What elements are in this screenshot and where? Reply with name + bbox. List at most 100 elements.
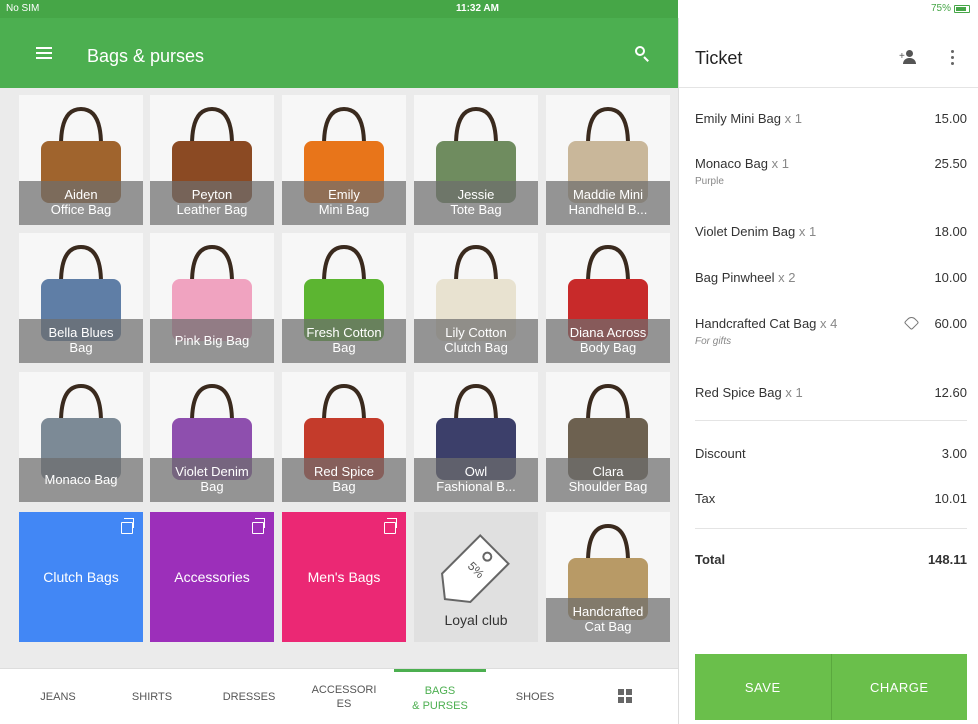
grid-view-icon[interactable] bbox=[618, 689, 632, 703]
category-tile-men-s-bags[interactable]: Men's Bags bbox=[282, 512, 406, 642]
ticket-item-note: For gifts bbox=[695, 336, 732, 347]
ticket-actions: SAVE CHARGE bbox=[695, 654, 967, 720]
charge-button[interactable]: CHARGE bbox=[830, 654, 967, 720]
battery-icon bbox=[954, 4, 970, 13]
product-label: Clara Shoulder Bag bbox=[546, 458, 670, 502]
hamburger-menu-icon[interactable] bbox=[36, 47, 52, 59]
ticket-item-price: 15.00 bbox=[934, 111, 967, 126]
discount-tag-icon bbox=[903, 314, 920, 331]
add-customer-icon[interactable]: + bbox=[899, 50, 919, 64]
ticket-item-name: Handcrafted Cat Bag bbox=[695, 316, 817, 331]
tax-label: Tax bbox=[695, 491, 716, 506]
product-tile-handcrafted-cat-bag[interactable]: Handcrafted Cat Bag bbox=[546, 512, 670, 642]
ticket-item-qty: x 1 bbox=[798, 224, 817, 239]
more-options-icon[interactable] bbox=[951, 50, 955, 66]
product-tile-maddie-mini-handheld-b[interactable]: Maddie Mini Handheld B... bbox=[546, 95, 670, 225]
discount-row: Discount 3.00 bbox=[695, 446, 967, 461]
product-tile-emily-mini-bag[interactable]: Emily Mini Bag bbox=[282, 95, 406, 225]
product-tile-aiden-office-bag[interactable]: Aiden Office Bag bbox=[19, 95, 143, 225]
discount-label: Loyal club bbox=[444, 612, 508, 628]
ticket-item-qty: x 1 bbox=[771, 156, 789, 171]
tab-accessories[interactable]: ACCESSORI ES bbox=[298, 669, 390, 724]
total-value: 148.11 bbox=[927, 552, 967, 567]
tax-row: Tax 10.01 bbox=[695, 491, 967, 506]
product-tile-bella-blues-bag[interactable]: Bella Blues Bag bbox=[19, 233, 143, 363]
battery-level: 75% bbox=[930, 3, 951, 14]
product-grid: Aiden Office Bag Peyton Leather Bag Emily … bbox=[0, 88, 678, 668]
clock-label: 11:32 AM bbox=[456, 3, 499, 14]
app-bar: Bags & purses bbox=[0, 18, 678, 88]
tab-shoes[interactable]: SHOES bbox=[490, 669, 580, 724]
ticket-item[interactable]: Red Spice Bag x 1 12.60 bbox=[695, 385, 967, 400]
total-row: Total 148.11 bbox=[695, 552, 967, 567]
divider bbox=[695, 420, 967, 421]
product-tile-lily-cotton-clutch-bag[interactable]: Lily Cotton Clutch Bag bbox=[414, 233, 538, 363]
ticket-item-name: Violet Denim Bag bbox=[695, 224, 796, 239]
product-label: Violet Denim Bag bbox=[150, 458, 274, 502]
category-tile-clutch-bags[interactable]: Clutch Bags bbox=[19, 512, 143, 642]
category-label: Men's Bags bbox=[307, 569, 381, 585]
battery-indicator: 75% bbox=[931, 3, 970, 14]
divider bbox=[695, 528, 967, 529]
discount-value: 3.00 bbox=[941, 446, 967, 461]
save-button[interactable]: SAVE bbox=[695, 654, 831, 720]
product-tile-owl-fashional-b[interactable]: Owl Fashional B... bbox=[414, 372, 538, 502]
ticket-item-name: Emily Mini Bag bbox=[695, 111, 781, 126]
status-bar: No SIM 11:32 AM 75% bbox=[0, 0, 978, 18]
product-label: Fresh Cotton Bag bbox=[282, 319, 406, 363]
ticket-item[interactable]: Monaco Bag x 1 Purple 25.50 bbox=[695, 156, 967, 187]
ticket-item-name: Bag Pinwheel bbox=[695, 270, 775, 285]
ticket-item[interactable]: Emily Mini Bag x 1 15.00 bbox=[695, 111, 967, 126]
category-stack-icon bbox=[121, 518, 134, 534]
product-tile-diana-across-body-bag[interactable]: Diana Across Body Bag bbox=[546, 233, 670, 363]
product-label: Red Spice Bag bbox=[282, 458, 406, 502]
product-label: Owl Fashional B... bbox=[414, 458, 538, 502]
ticket-item-qty: x 4 bbox=[820, 316, 838, 331]
product-tile-fresh-cotton-bag[interactable]: Fresh Cotton Bag bbox=[282, 233, 406, 363]
ticket-panel: Ticket + Emily Mini Bag x 1 15.00 Monaco B… bbox=[678, 18, 978, 724]
ticket-header: Ticket + bbox=[679, 18, 978, 88]
ticket-item[interactable]: Bag Pinwheel x 2 10.00 bbox=[695, 270, 967, 285]
ticket-item-name: Red Spice Bag bbox=[695, 385, 782, 400]
tab-shirts[interactable]: SHIRTS bbox=[108, 669, 196, 724]
tab-dresses[interactable]: DRESSES bbox=[204, 669, 294, 724]
product-tile-red-spice-bag[interactable]: Red Spice Bag bbox=[282, 372, 406, 502]
product-label: Peyton Leather Bag bbox=[150, 181, 274, 225]
category-tabs: JEANS SHIRTS DRESSES ACCESSORI ES BAGS &… bbox=[0, 668, 678, 724]
product-tile-clara-shoulder-bag[interactable]: Clara Shoulder Bag bbox=[546, 372, 670, 502]
discount-label: Discount bbox=[695, 446, 746, 461]
product-label: Handcrafted Cat Bag bbox=[546, 598, 670, 642]
search-icon[interactable] bbox=[633, 44, 653, 64]
product-label: Jessie Tote Bag bbox=[414, 181, 538, 225]
product-tile-monaco-bag[interactable]: Monaco Bag bbox=[19, 372, 143, 502]
category-tile-accessories[interactable]: Accessories bbox=[150, 512, 274, 642]
ticket-item-price: 12.60 bbox=[934, 385, 967, 400]
category-label: Accessories bbox=[174, 569, 250, 585]
total-label: Total bbox=[695, 552, 726, 567]
carrier-label: No SIM bbox=[6, 3, 40, 14]
discount-tile-loyal-club[interactable]: 5% Loyal club bbox=[414, 512, 538, 642]
category-stack-icon bbox=[252, 518, 265, 534]
ticket-item[interactable]: Violet Denim Bag x 1 18.00 bbox=[695, 224, 967, 239]
category-label: Clutch Bags bbox=[43, 569, 119, 585]
product-label: Monaco Bag bbox=[19, 458, 143, 502]
product-tile-peyton-leather-bag[interactable]: Peyton Leather Bag bbox=[150, 95, 274, 225]
product-label: Aiden Office Bag bbox=[19, 181, 143, 225]
ticket-item-qty: x 2 bbox=[778, 270, 796, 285]
tab-jeans[interactable]: JEANS bbox=[14, 669, 102, 724]
product-label: Diana Across Body Bag bbox=[546, 319, 670, 363]
product-label: Pink Big Bag bbox=[150, 319, 274, 363]
tab-bags-purses[interactable]: BAGS & PURSES bbox=[394, 669, 486, 724]
ticket-item-qty: x 1 bbox=[785, 385, 803, 400]
product-tile-pink-big-bag[interactable]: Pink Big Bag bbox=[150, 233, 274, 363]
product-label: Lily Cotton Clutch Bag bbox=[414, 319, 538, 363]
product-label: Bella Blues Bag bbox=[19, 319, 143, 363]
ticket-item-note: Purple bbox=[695, 176, 724, 187]
product-tile-jessie-tote-bag[interactable]: Jessie Tote Bag bbox=[414, 95, 538, 225]
ticket-title: Ticket bbox=[695, 48, 743, 68]
page-title: Bags & purses bbox=[87, 46, 205, 66]
category-stack-icon bbox=[384, 518, 397, 534]
ticket-item[interactable]: Handcrafted Cat Bag x 4 For gifts 60.00 bbox=[695, 314, 967, 347]
ticket-item-qty: x 1 bbox=[784, 111, 802, 126]
product-tile-violet-denim-bag[interactable]: Violet Denim Bag bbox=[150, 372, 274, 502]
